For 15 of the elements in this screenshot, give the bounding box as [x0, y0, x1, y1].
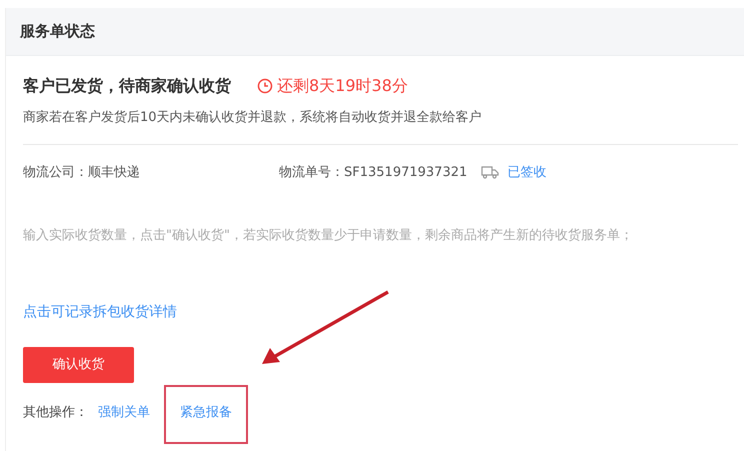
- other-actions-label: 其他操作：: [23, 404, 88, 422]
- unpack-detail-link[interactable]: 点击可记录拆包收货详情: [23, 302, 177, 322]
- status-title: 客户已发货，待商家确认收货: [23, 75, 231, 97]
- status-note: 商家若在客户发货后10天内未确认收货并退款，系统将自动收货并退全款给客户: [23, 109, 483, 127]
- tracking-number: 物流单号：SF1351971937321: [279, 164, 468, 182]
- truck-icon: [481, 165, 500, 180]
- countdown: 还剩8天19时38分: [277, 75, 408, 97]
- panel-title: 服务单状态: [20, 21, 95, 42]
- hint-text: 输入实际收货数量，点击"确认收货"，若实际收货数量少于申请数量，剩余商品将产生新的待收货服务单；: [23, 227, 634, 245]
- confirm-receipt-button[interactable]: 确认收货: [23, 346, 134, 382]
- logistics-company: 物流公司：顺丰快递: [23, 164, 141, 182]
- delivery-status-link[interactable]: 已签收: [507, 162, 546, 182]
- clock-icon: [257, 78, 273, 94]
- action-link[interactable]: 紧急报备: [166, 386, 246, 442]
- action-link[interactable]: 强制关单: [98, 402, 150, 422]
